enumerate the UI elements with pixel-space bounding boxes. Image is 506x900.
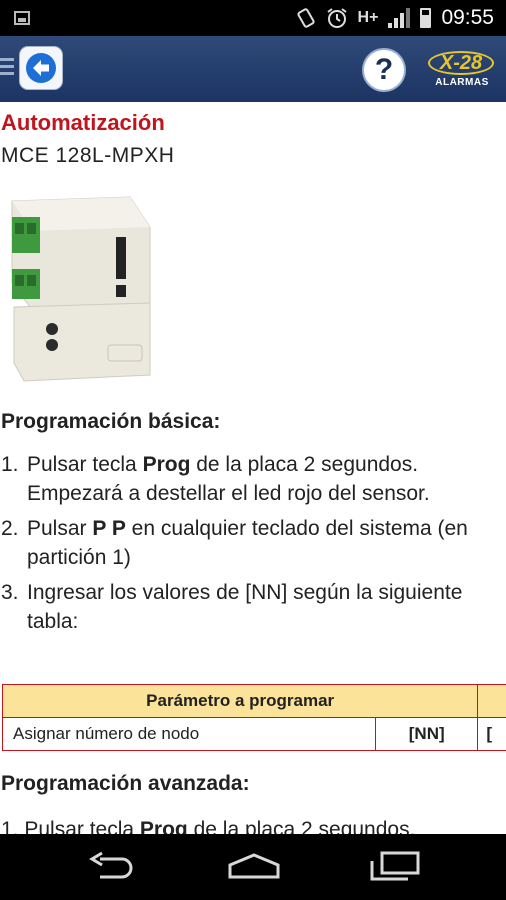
rotate-icon <box>296 8 315 28</box>
back-button[interactable] <box>20 47 62 89</box>
navigation-bar <box>0 834 506 900</box>
table-cell-value: [NN] <box>375 717 479 751</box>
model-name: MCE 128L-MPXH <box>1 144 175 167</box>
clock: 09:55 <box>441 6 494 29</box>
steps-list: 1. Pulsar tecla Prog de la placa 2 segund… <box>0 450 500 642</box>
logo-subtitle: ALARMAS <box>435 77 489 88</box>
table-cell-param: Asignar número de nodo <box>1 717 377 751</box>
image-notification-icon <box>14 11 30 25</box>
help-button[interactable]: ? <box>364 50 404 90</box>
home-nav-icon[interactable] <box>226 851 282 881</box>
content-scroll[interactable]: Automatización MCE 128L-MPXH Programació… <box>0 102 506 834</box>
network-type: H+ <box>357 9 379 26</box>
table-header-cut <box>477 684 506 718</box>
alarm-icon <box>326 8 347 28</box>
status-icons: H+ 09:55 <box>296 0 494 36</box>
back-nav-icon[interactable] <box>86 851 138 881</box>
step-item: 1. Pulsar tecla Prog de la placa 2 segund… <box>1 453 430 505</box>
step-item-cut: 1. Pulsar tecla Prog de la placa 2 segun… <box>1 818 416 834</box>
page-title: Automatización <box>1 110 165 135</box>
section-heading-basic: Programación básica: <box>1 410 221 433</box>
battery-icon <box>420 8 432 28</box>
back-arrow-icon <box>26 53 56 83</box>
status-bar: H+ 09:55 <box>0 0 506 36</box>
table-row: Asignar número de nodo [NN] [ <box>1 717 506 751</box>
app-bar: ? X-28 ALARMAS <box>0 36 506 102</box>
table-cell-cut: [ <box>477 717 506 751</box>
x28-logo: X-28 ALARMAS <box>426 51 498 91</box>
section-heading-advanced: Programación avanzada: <box>1 772 250 795</box>
drawer-indicator-icon[interactable] <box>0 58 14 79</box>
recents-nav-icon[interactable] <box>368 851 422 881</box>
table-header: Parámetro a programar <box>1 684 479 718</box>
signal-icon <box>388 8 411 28</box>
product-image <box>0 187 161 391</box>
step-item: 3. Ingresar los valores de [NN] según la … <box>1 581 463 633</box>
parameter-table: Parámetro a programar Asignar número de … <box>1 684 506 751</box>
step-item: 2. Pulsar P P en cualquier teclado del si… <box>1 517 468 569</box>
logo-mark: X-28 <box>428 51 494 75</box>
